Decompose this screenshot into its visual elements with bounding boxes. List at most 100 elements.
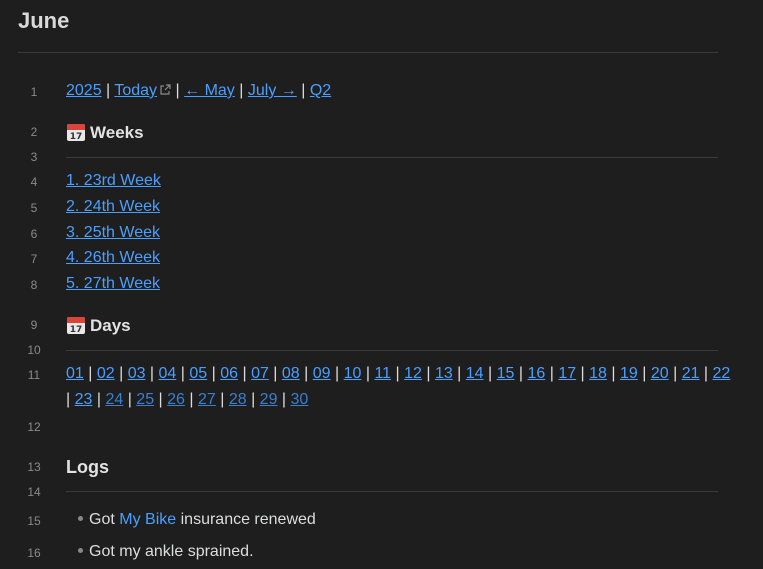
day-link[interactable]: 02 [97,365,115,382]
day-link[interactable]: 08 [282,365,300,382]
separator: | [301,82,306,99]
day-link[interactable]: 25 [136,391,154,408]
line-number: 16 [27,546,41,560]
separator: | [176,365,190,382]
separator: | [106,82,111,99]
day-link[interactable]: 30 [291,391,309,408]
page-title: June [18,8,70,33]
list-item: 4. 26th Week [66,249,160,267]
days-row: | 23 | 24 | 25 | 26 | 27 | 28 | 29 | 30 [66,391,308,409]
list-item: 3. 25th Week [66,224,160,242]
separator: | [299,365,313,382]
separator: | [184,391,198,408]
separator: | [277,391,291,408]
external-link-icon [160,84,171,95]
separator: | [238,365,252,382]
logs-divider [66,491,718,492]
line-number: 4 [30,175,38,189]
week-link[interactable]: 4. 26th Week [66,249,160,266]
day-link[interactable]: 28 [229,391,247,408]
day-link[interactable]: 13 [435,365,453,382]
line-number: 3 [30,150,38,164]
separator: | [483,365,497,382]
day-link[interactable]: 11 [374,365,391,382]
line-number: 2 [30,125,38,139]
days-heading: 17 Days [66,315,131,336]
log-text: Got my ankle sprained. [89,543,254,560]
separator: | [699,365,713,382]
bullet-icon [78,516,83,521]
line-number: 12 [27,420,41,434]
day-link[interactable]: 17 [558,365,576,382]
line-number: 8 [30,278,38,292]
days-heading-label: Days [90,316,131,335]
list-item: 1. 23rd Week [66,172,161,190]
nav-line: 2025 | Today | ← May | July → | Q2 [66,82,331,100]
week-link[interactable]: 2. 24th Week [66,198,160,215]
separator: | [330,365,344,382]
day-link[interactable]: 20 [651,365,669,382]
separator: | [114,365,128,382]
day-link[interactable]: 24 [105,391,123,408]
separator: | [215,391,229,408]
logs-heading: Logs [66,457,109,477]
log-text: insurance renewed [180,511,316,528]
quarter-link[interactable]: Q2 [310,82,331,99]
separator: | [545,365,559,382]
prev-month-link[interactable]: ← May [184,82,235,99]
list-item: 2. 24th Week [66,198,160,216]
today-link[interactable]: Today [114,82,171,99]
day-link[interactable]: 26 [167,391,185,408]
calendar-icon: 17 [67,317,85,335]
week-link[interactable]: 3. 25th Week [66,224,160,241]
separator: | [246,391,260,408]
day-link[interactable]: 05 [189,365,207,382]
line-number: 5 [30,201,38,215]
day-link[interactable]: 04 [159,365,177,382]
separator: | [66,391,75,408]
day-link[interactable]: 23 [75,391,93,408]
day-link[interactable]: 19 [620,365,638,382]
day-link[interactable]: 03 [128,365,146,382]
day-link[interactable]: 27 [198,391,216,408]
line-number: 14 [27,485,41,499]
day-link[interactable]: 22 [713,365,731,382]
day-link[interactable]: 10 [344,365,362,382]
day-link[interactable]: 09 [313,365,331,382]
my-bike-link[interactable]: My Bike [119,511,176,528]
separator: | [123,391,137,408]
day-link[interactable]: 16 [527,365,545,382]
separator: | [606,365,620,382]
year-link[interactable]: 2025 [66,82,102,99]
day-link[interactable]: 01 [66,365,84,382]
separator: | [361,365,375,382]
week-link[interactable]: 1. 23rd Week [66,172,161,189]
separator: | [207,365,221,382]
day-link[interactable]: 14 [466,365,484,382]
separator: | [637,365,651,382]
day-link[interactable]: 21 [682,365,700,382]
day-link[interactable]: 07 [251,365,269,382]
day-link[interactable]: 18 [589,365,607,382]
calendar-icon: 17 [67,124,85,142]
line-number: 1 [30,85,38,99]
day-link[interactable]: 29 [260,391,278,408]
separator: | [452,365,466,382]
separator: | [154,391,168,408]
week-link[interactable]: 5. 27th Week [66,275,160,292]
next-month-link[interactable]: July → [248,82,297,99]
line-number: 9 [30,318,38,332]
days-row: 01 | 02 | 03 | 04 | 05 | 06 | 07 | 08 | … [66,365,730,383]
today-label: Today [114,82,158,99]
line-number: 6 [30,227,38,241]
weeks-heading: 17 Weeks [66,122,144,143]
bullet-icon [78,548,83,553]
list-item: 5. 27th Week [66,275,160,293]
title-divider [18,52,718,53]
weeks-divider [66,157,718,158]
day-link[interactable]: 15 [497,365,515,382]
day-link[interactable]: 06 [220,365,238,382]
svg-text:17: 17 [70,132,83,142]
log-item: Got My Bike insurance renewed [78,511,316,529]
day-link[interactable]: 12 [404,365,422,382]
